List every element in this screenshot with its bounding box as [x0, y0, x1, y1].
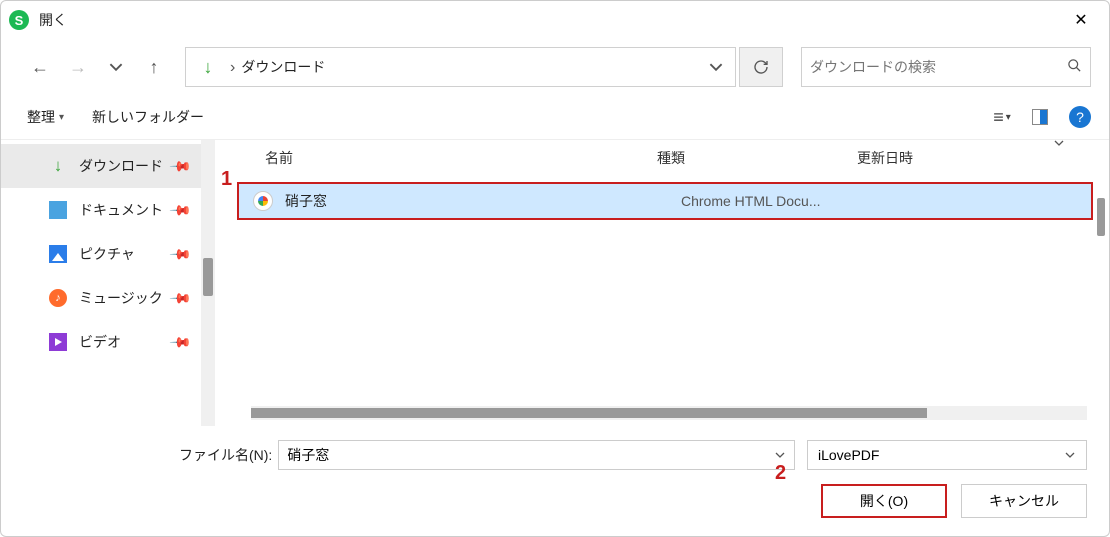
column-headers: 名前 種類 更新日時	[215, 140, 1109, 176]
forward-button[interactable]: →	[61, 50, 95, 84]
sidebar: ↓ ダウンロード 📌 ドキュメント 📌 ピクチャ 📌 ♪ ミュージック 📌	[1, 140, 215, 426]
pictures-icon	[47, 243, 69, 265]
file-name: 硝子窓	[285, 191, 681, 211]
filename-dropdown-icon[interactable]	[774, 447, 786, 463]
pin-icon: 📌	[168, 154, 192, 178]
window-title: 開く	[39, 10, 67, 30]
sidebar-item-videos[interactable]: ビデオ 📌	[1, 320, 201, 364]
vertical-scrollbar[interactable]	[1095, 140, 1107, 426]
pin-icon: 📌	[168, 330, 192, 354]
pin-icon: 📌	[168, 242, 192, 266]
sidebar-item-label: ドキュメント	[79, 200, 163, 220]
chrome-file-icon	[253, 191, 273, 211]
column-type[interactable]: 種類	[657, 148, 857, 168]
titlebar: S 開く ✕	[1, 1, 1109, 39]
sidebar-scrollbar[interactable]	[201, 140, 215, 426]
filename-label: ファイル名(N):	[179, 445, 272, 465]
preview-pane-icon[interactable]	[1023, 100, 1057, 134]
close-icon[interactable]: ✕	[1061, 1, 1101, 39]
annotation-1: 1	[221, 168, 232, 191]
recent-dropdown-icon[interactable]	[99, 50, 133, 84]
sidebar-item-music[interactable]: ♪ ミュージック 📌	[1, 276, 201, 320]
filename-field[interactable]: 硝子窓	[278, 440, 795, 470]
file-list: 硝子窓 Chrome HTML Docu...	[215, 176, 1109, 406]
search-box[interactable]	[801, 47, 1091, 87]
toolbar: 整理▾ 新しいフォルダー ≡ ▾ ?	[1, 95, 1109, 139]
search-input[interactable]	[810, 59, 1067, 75]
annotation-2: 2	[775, 462, 786, 485]
file-row[interactable]: 硝子窓 Chrome HTML Docu...	[237, 182, 1093, 220]
help-icon[interactable]: ?	[1069, 106, 1091, 128]
music-icon: ♪	[47, 287, 69, 309]
cancel-button[interactable]: キャンセル	[961, 484, 1087, 518]
new-folder-button[interactable]: 新しいフォルダー	[92, 107, 204, 127]
app-icon: S	[9, 10, 29, 30]
filter-value: iLovePDF	[818, 447, 879, 463]
sidebar-item-label: ダウンロード	[79, 156, 163, 176]
download-icon: ↓	[47, 155, 69, 177]
document-icon	[47, 199, 69, 221]
horizontal-scrollbar[interactable]	[251, 406, 1087, 420]
nav-row: ← → ↑ ↓ ›ダウンロード	[1, 39, 1109, 95]
filter-dropdown-icon[interactable]	[1064, 447, 1076, 463]
refresh-button[interactable]	[739, 47, 783, 87]
file-pane: 1 名前 種類 更新日時 硝子窓 Chrome HTML Docu...	[215, 140, 1109, 426]
file-type: Chrome HTML Docu...	[681, 193, 1091, 209]
sidebar-item-documents[interactable]: ドキュメント 📌	[1, 188, 201, 232]
back-button[interactable]: ←	[23, 50, 57, 84]
organize-menu[interactable]: 整理▾	[27, 107, 64, 127]
sidebar-item-label: ビデオ	[79, 332, 121, 352]
pin-icon: 📌	[168, 286, 192, 310]
download-folder-icon: ↓	[186, 57, 230, 78]
search-icon[interactable]	[1067, 58, 1082, 77]
up-button[interactable]: ↑	[137, 50, 171, 84]
path-box[interactable]: ↓ ›ダウンロード	[185, 47, 736, 87]
column-date[interactable]: 更新日時	[857, 148, 1109, 168]
sidebar-item-label: ミュージック	[79, 288, 163, 308]
footer: 2 ファイル名(N): 硝子窓 iLovePDF 開く(O) キャンセル	[1, 426, 1109, 536]
sort-indicator-icon	[1053, 139, 1065, 151]
video-icon	[47, 331, 69, 353]
column-name[interactable]: 名前	[265, 148, 657, 168]
open-button[interactable]: 開く(O)	[821, 484, 947, 518]
path-text: ›ダウンロード	[230, 57, 697, 77]
sidebar-item-label: ピクチャ	[79, 244, 135, 264]
filetype-filter[interactable]: iLovePDF	[807, 440, 1087, 470]
path-dropdown-icon[interactable]	[697, 60, 735, 74]
filename-value: 硝子窓	[287, 445, 329, 465]
sidebar-item-downloads[interactable]: ↓ ダウンロード 📌	[1, 144, 201, 188]
pin-icon: 📌	[168, 198, 192, 222]
view-menu-icon[interactable]: ≡ ▾	[985, 100, 1019, 134]
sidebar-item-pictures[interactable]: ピクチャ 📌	[1, 232, 201, 276]
